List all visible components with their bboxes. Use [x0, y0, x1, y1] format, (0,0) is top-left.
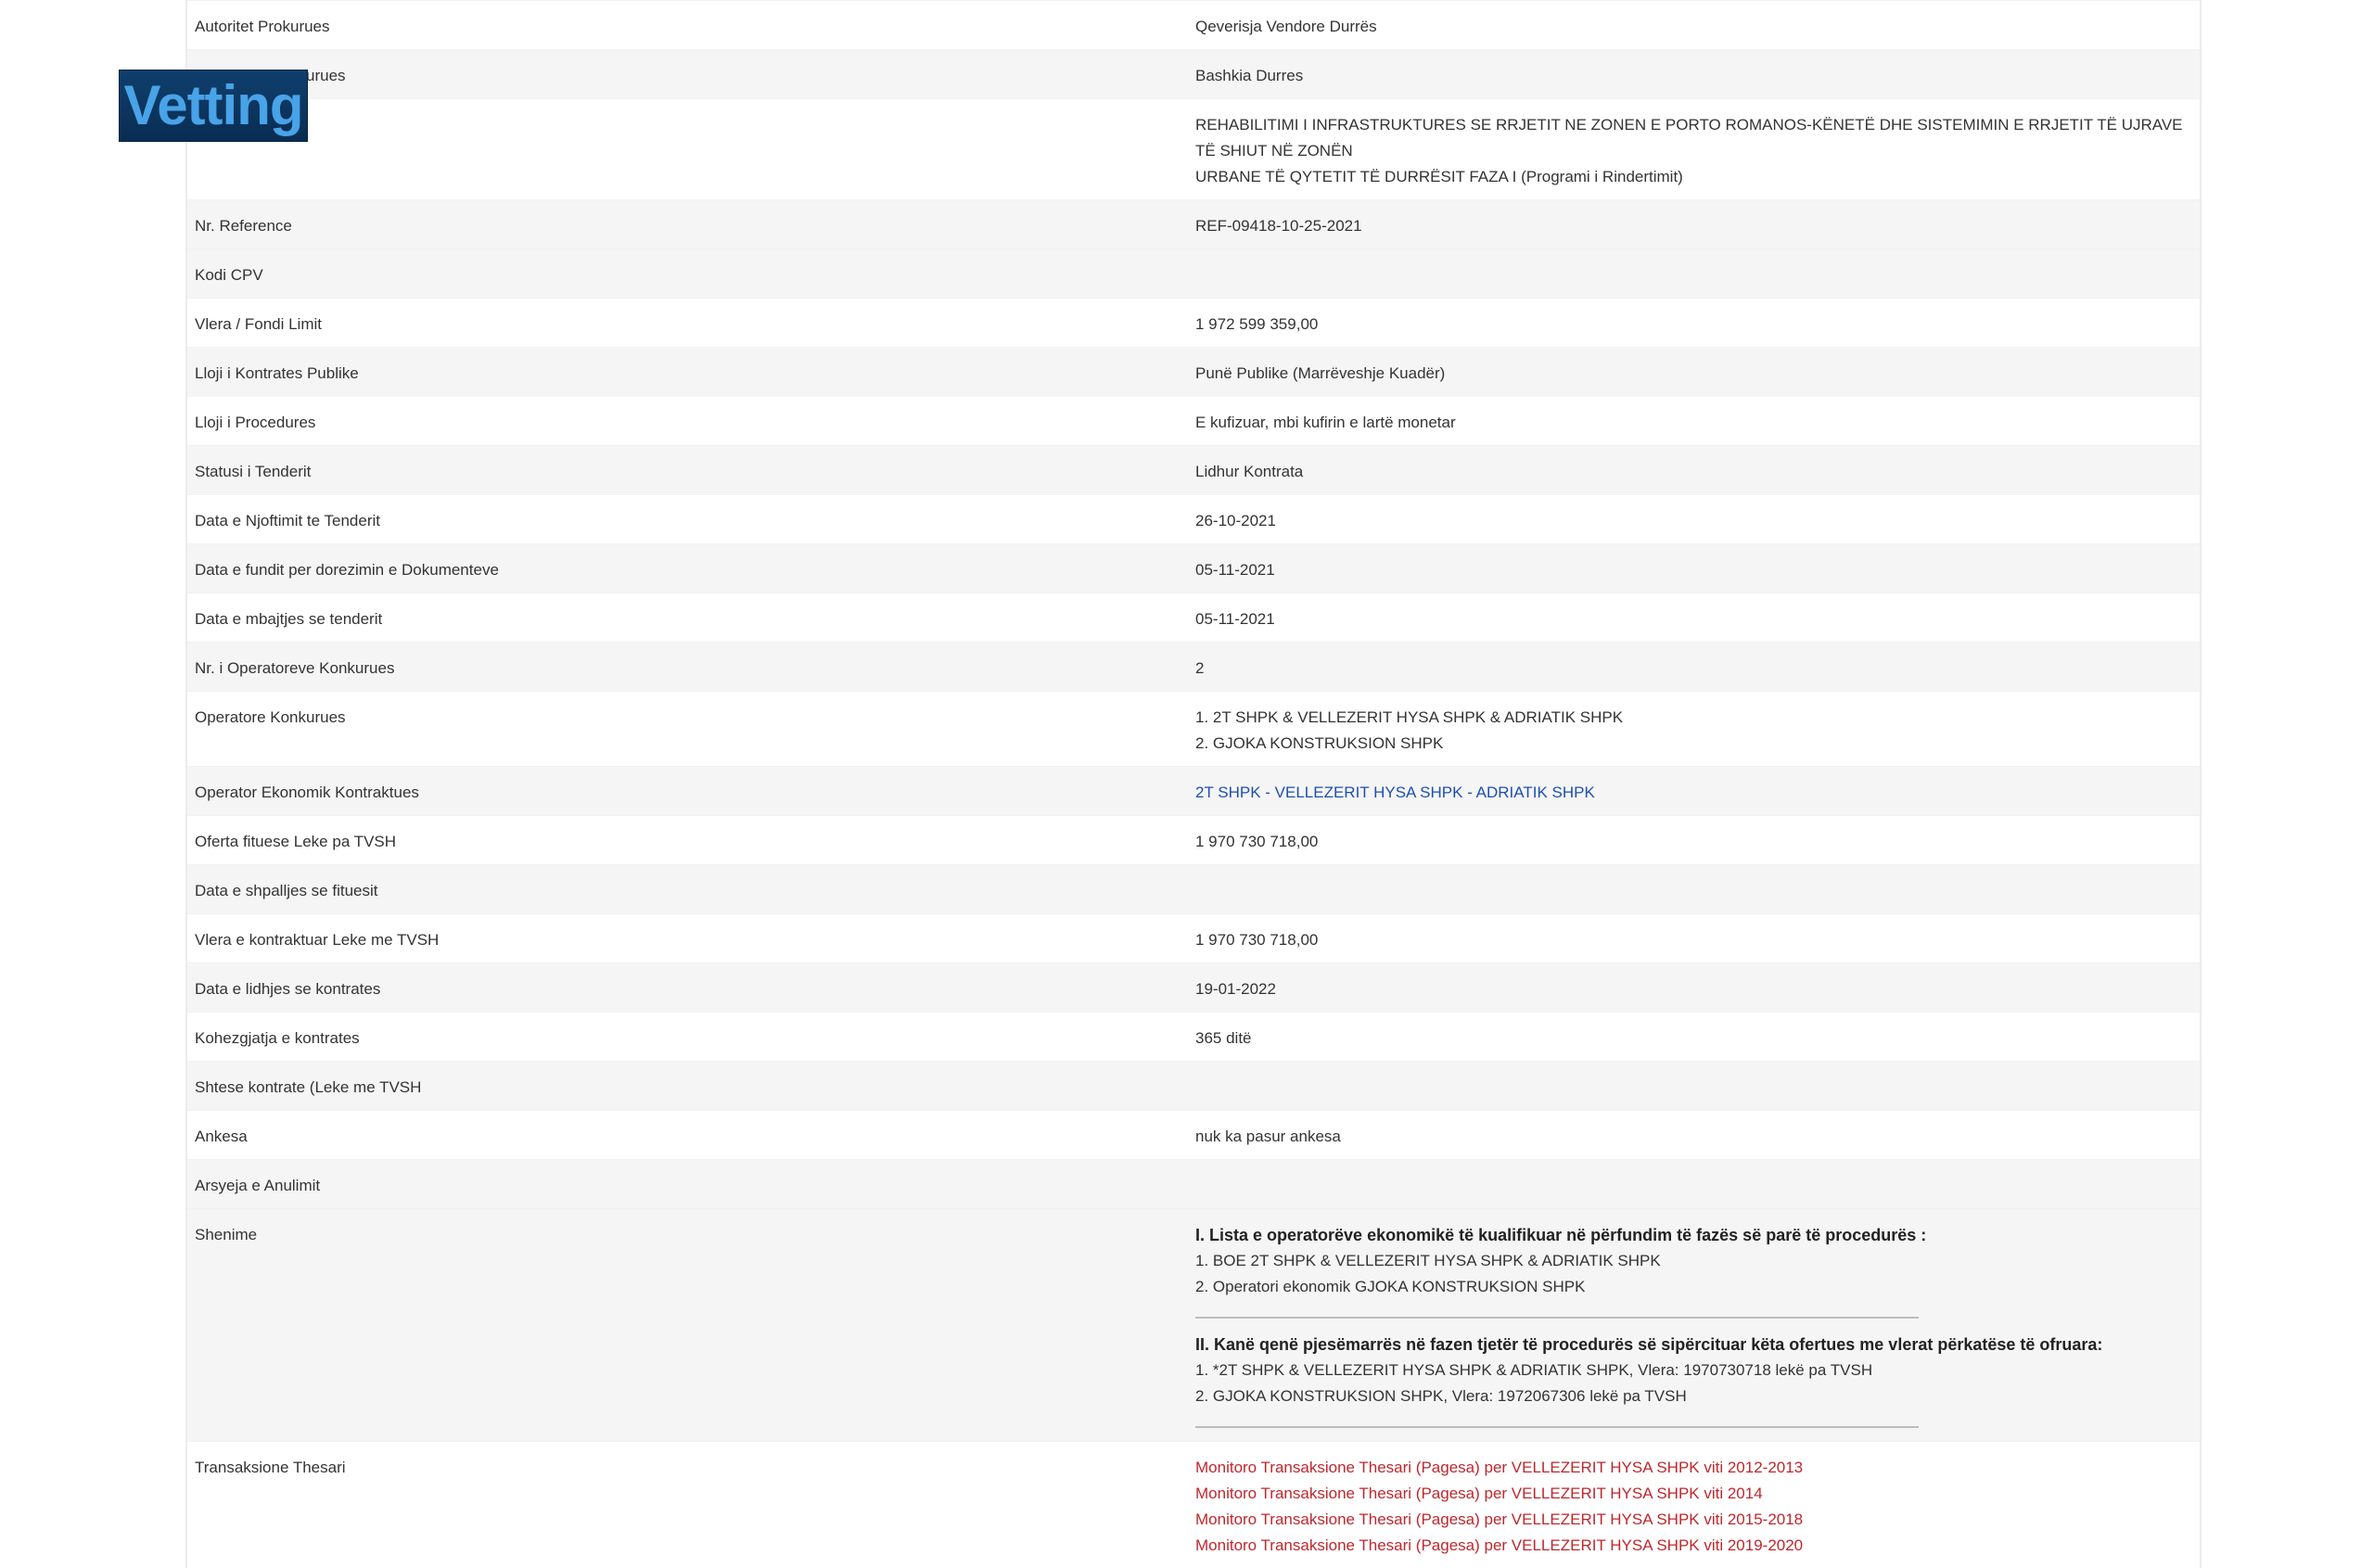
row-value [1195, 865, 2200, 913]
row-value: 365 ditë [1195, 1029, 1252, 1047]
row-value: 1 970 730 718,00 [1195, 931, 1319, 949]
row-value: Qeverisja Vendore Durrës [1195, 18, 1377, 35]
table-row: Institucioni Prokurues Bashkia Durres [187, 49, 2200, 98]
table-row: Lloji i Kontrates Publike Punë Publike (… [187, 347, 2200, 396]
table-row: Data e lidhjes se kontrates 19-01-2022 [187, 962, 2200, 1012]
row-value: E kufizuar, mbi kufirin e lartë monetar [1195, 414, 1456, 431]
row-value: 2 [1195, 659, 1205, 677]
row-label: Operator Ekonomik Kontraktues [195, 784, 419, 801]
row-value: 1 972 599 359,00 [1195, 315, 1319, 333]
table-row: Ankesa nuk ka pasur ankesa [187, 1110, 2200, 1159]
treasury-link[interactable]: Monitoro Transaksione Thesari (Pagesa) p… [1195, 1507, 2189, 1533]
table-row: Nr. i Operatoreve Konkurues 2 [187, 642, 2200, 691]
row-label: Lloji i Procedures [195, 414, 316, 431]
table-row: Data e Njoftimit te Tenderit 26-10-2021 [187, 494, 2200, 543]
notes-divider [1195, 1426, 1919, 1428]
contractor-link[interactable]: 2T SHPK - VELLEZERIT HYSA SHPK - ADRIATI… [1195, 784, 1595, 801]
table-row: Arsyeja e Anulimit [187, 1159, 2200, 1208]
row-label: Data e mbajtjes se tenderit [195, 610, 383, 628]
row-label: Ankesa [195, 1128, 248, 1145]
treasury-row: Transaksione Thesari Monitoro Transaksio… [187, 1441, 2200, 1568]
notes-divider [1195, 1317, 1919, 1319]
row-label: Lloji i Kontrates Publike [195, 364, 359, 382]
table-row: Data e shpalljes se fituesit [187, 864, 2200, 913]
table-row: Kohezgjatja e kontrates 365 ditë [187, 1012, 2200, 1061]
notes-line: 2. Operatori ekonomik GJOKA KONSTRUKSION… [1195, 1278, 1586, 1295]
row-value: Punë Publike (Marrëveshje Kuadër) [1195, 364, 1446, 382]
row-value [1195, 1062, 2200, 1110]
tender-details-table: Autoritet Prokurues Qeverisja Vendore Du… [185, 0, 2202, 1568]
operator-line: 2. GJOKA KONSTRUKSION SHPK [1195, 734, 1444, 752]
table-row: Statusi i Tenderit Lidhur Kontrata [187, 445, 2200, 494]
row-label [187, 99, 1195, 199]
notes-content: I. Lista e operatorëve ekonomikë të kual… [1195, 1209, 2200, 1441]
row-value: 19-01-2022 [1195, 980, 1276, 998]
tender-object-line: URBANE TË QYTETIT TË DURRËSIT FAZA I (Pr… [1195, 168, 1683, 185]
table-row: Vlera e kontraktuar Leke me TVSH 1 970 7… [187, 913, 2200, 962]
row-label: Kohezgjatja e kontrates [195, 1029, 360, 1047]
logo-text: Vetting [123, 74, 303, 136]
row-label: Arsyeja e Anulimit [195, 1177, 321, 1194]
row-value: REHABILITIMI I INFRASTRUKTURES SE RRJETI… [1195, 99, 2200, 199]
row-label: Vlera e kontraktuar Leke me TVSH [195, 931, 440, 949]
notes-line: 1. *2T SHPK & VELLEZERIT HYSA SHPK & ADR… [1195, 1361, 1873, 1379]
row-label: Kodi CPV [195, 266, 263, 284]
row-label: Statusi i Tenderit [195, 463, 312, 480]
table-row: Data e mbajtjes se tenderit 05-11-2021 [187, 593, 2200, 642]
row-label: Nr. i Operatoreve Konkurues [195, 659, 395, 677]
notes-section2-heading: II. Kanë qenë pjesëmarrës në fazen tjetë… [1195, 1335, 2103, 1354]
table-row: Data e fundit per dorezimin e Dokumentev… [187, 543, 2200, 593]
row-value: Bashkia Durres [1195, 67, 1304, 84]
row-value: 1. 2T SHPK & VELLEZERIT HYSA SHPK & ADRI… [1195, 692, 2200, 766]
row-value: REF-09418-10-25-2021 [1195, 217, 1362, 235]
operator-line: 1. 2T SHPK & VELLEZERIT HYSA SHPK & ADRI… [1195, 708, 1624, 726]
row-value [1195, 1160, 2200, 1208]
notes-line: 2. GJOKA KONSTRUKSION SHPK, Vlera: 19720… [1195, 1387, 1687, 1405]
treasury-link[interactable]: Monitoro Transaksione Thesari (Pagesa) p… [1195, 1533, 2189, 1559]
treasury-links: Monitoro Transaksione Thesari (Pagesa) p… [1195, 1442, 2200, 1568]
row-label: Nr. Reference [195, 217, 292, 235]
row-label: Data e Njoftimit te Tenderit [195, 512, 380, 529]
row-label: Data e lidhjes se kontrates [195, 980, 381, 998]
row-label: Vlera / Fondi Limit [195, 315, 322, 333]
table-row: Oferta fituese Leke pa TVSH 1 970 730 71… [187, 815, 2200, 864]
row-value: 26-10-2021 [1195, 512, 1276, 529]
table-row: Autoritet Prokurues Qeverisja Vendore Du… [187, 0, 2200, 49]
table-row: Operatore Konkurues 1. 2T SHPK & VELLEZE… [187, 691, 2200, 766]
row-label: Autoritet Prokurues [195, 18, 330, 35]
table-row: REHABILITIMI I INFRASTRUKTURES SE RRJETI… [187, 98, 2200, 199]
table-row: Kodi CPV [187, 249, 2200, 298]
notes-section1-heading: I. Lista e operatorëve ekonomikë të kual… [1195, 1226, 1927, 1244]
treasury-link[interactable]: Monitoro Transaksione Thesari (Pagesa) p… [1195, 1481, 2189, 1507]
vetting-logo: Vetting [119, 70, 308, 142]
tender-object-line: REHABILITIMI I INFRASTRUKTURES SE RRJETI… [1195, 116, 2183, 159]
table-row: Vlera / Fondi Limit 1 972 599 359,00 [187, 298, 2200, 347]
table-row: Lloji i Procedures E kufizuar, mbi kufir… [187, 396, 2200, 445]
notes-row: Shenime I. Lista e operatorëve ekonomikë… [187, 1208, 2200, 1441]
row-value: 05-11-2021 [1195, 561, 1275, 579]
row-label: Oferta fituese Leke pa TVSH [195, 833, 397, 850]
row-value [1195, 249, 2200, 298]
table-row: Nr. Reference REF-09418-10-25-2021 [187, 199, 2200, 249]
row-value: 2T SHPK - VELLEZERIT HYSA SHPK - ADRIATI… [1195, 767, 2200, 815]
notes-line: 1. BOE 2T SHPK & VELLEZERIT HYSA SHPK & … [1195, 1252, 1661, 1269]
row-label: Data e shpalljes se fituesit [195, 882, 378, 899]
row-label: Operatore Konkurues [195, 708, 346, 726]
table-row: Shtese kontrate (Leke me TVSH [187, 1061, 2200, 1110]
treasury-link[interactable]: Monitoro Transaksione Thesari (Pagesa) p… [1195, 1455, 2189, 1481]
row-value: 05-11-2021 [1195, 610, 1275, 628]
row-label: Institucioni Prokurues [195, 67, 346, 84]
row-value: 1 970 730 718,00 [1195, 833, 1319, 850]
row-value: nuk ka pasur ankesa [1195, 1128, 1341, 1145]
table-row: Operator Ekonomik Kontraktues 2T SHPK - … [187, 766, 2200, 815]
row-label: Data e fundit per dorezimin e Dokumentev… [195, 561, 499, 579]
row-label: Shtese kontrate (Leke me TVSH [195, 1078, 422, 1096]
row-label: Transaksione Thesari [195, 1459, 346, 1476]
row-value: Lidhur Kontrata [1195, 463, 1304, 480]
row-label: Shenime [195, 1226, 258, 1243]
